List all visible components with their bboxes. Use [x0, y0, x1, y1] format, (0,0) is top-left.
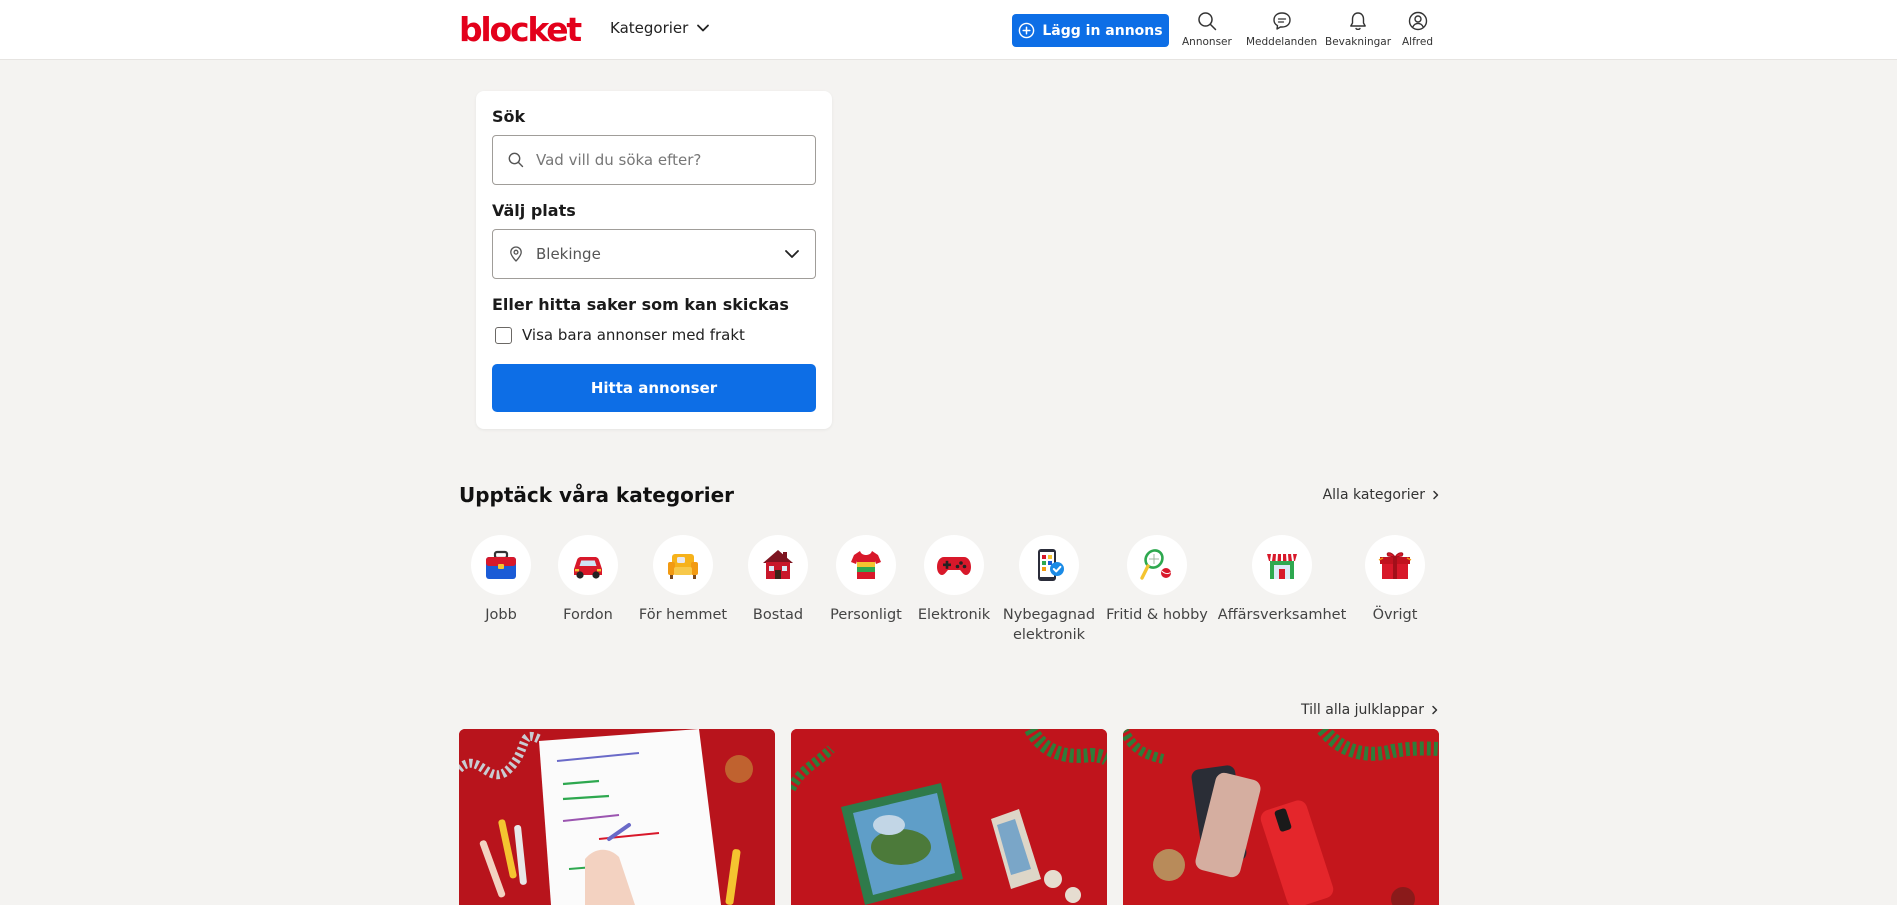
category-label: Affärsverksamhet: [1217, 607, 1347, 623]
nav-ads[interactable]: Annonser: [1182, 10, 1232, 48]
category-label: Bostad: [752, 607, 804, 623]
house-icon: [763, 550, 793, 579]
search-icon: [508, 152, 524, 168]
nav-profile-label: Alfred: [1402, 36, 1434, 48]
location-select[interactable]: Blekinge: [492, 229, 816, 279]
category-label: Jobb: [485, 607, 517, 623]
category-leisure[interactable]: Fritid & hobby: [1097, 535, 1217, 625]
category-label: Fritid & hobby: [1106, 607, 1208, 623]
category-refurbished-electronics[interactable]: Nybegagnad elektronik: [989, 535, 1109, 645]
location-value: Blekinge: [536, 245, 601, 263]
shipping-checkbox[interactable]: [495, 326, 512, 344]
phone-verified-icon: [1038, 549, 1064, 581]
shipping-heading: Eller hitta saker som kan skickas: [492, 295, 789, 314]
user-icon: [1408, 11, 1427, 31]
car-icon: [574, 557, 602, 579]
categories-menu[interactable]: Kategorier: [610, 19, 710, 37]
chevron-right-icon: [1432, 705, 1438, 715]
shirt-icon: [851, 551, 881, 579]
phones-image: [1123, 729, 1439, 905]
gift-card-wishlist[interactable]: [459, 729, 775, 905]
search-card: Sök Välj plats Blekinge Eller hitta sake…: [476, 91, 832, 429]
wishlist-image: [459, 729, 775, 905]
gift-card-phones[interactable]: [1123, 729, 1439, 905]
category-label: Fordon: [563, 607, 613, 623]
category-other[interactable]: Övrigt: [1335, 535, 1455, 625]
shop-icon: [1267, 553, 1297, 579]
search-icon: [1198, 12, 1217, 31]
armchair-icon: [668, 554, 698, 579]
plus-circle-icon: [1019, 22, 1035, 39]
chat-icon: [1272, 12, 1291, 30]
all-gifts-label: Till alla julklappar: [1301, 702, 1424, 718]
chevron-down-icon: [785, 250, 799, 258]
all-gifts-link[interactable]: Till alla julklappar: [1301, 702, 1440, 718]
briefcase-icon: [486, 550, 516, 579]
all-categories-label: Alla kategorier: [1322, 487, 1425, 503]
location-pin-icon: [510, 246, 522, 262]
category-label: Elektronik: [917, 607, 991, 623]
categories-menu-label: Kategorier: [610, 19, 689, 37]
puzzle-image: [791, 729, 1107, 905]
category-label: Nybegagnad elektronik: [1002, 607, 1096, 643]
post-ad-label: Lägg in annons: [1042, 22, 1163, 39]
find-ads-button[interactable]: Hitta annonser: [492, 364, 816, 412]
category-business[interactable]: Affärsverksamhet: [1218, 535, 1346, 625]
nav-saved-searches[interactable]: Bevakningar: [1325, 10, 1391, 48]
search-input[interactable]: [536, 151, 786, 169]
chevron-down-icon: [697, 24, 710, 32]
category-label: För hemmet: [638, 607, 728, 623]
post-ad-button[interactable]: Lägg in annons: [1012, 14, 1169, 47]
nav-saved-searches-label: Bevakningar: [1325, 36, 1392, 48]
search-label: Sök: [492, 107, 526, 126]
nav-messages[interactable]: Meddelanden: [1246, 10, 1317, 48]
gift-box-icon: [1378, 552, 1412, 579]
shipping-checkbox-label: Visa bara annonser med frakt: [522, 326, 745, 344]
chevron-right-icon: [1433, 490, 1439, 500]
tennis-icon: [1140, 549, 1171, 580]
top-bar: blocket Kategorier Lägg in annons Annons…: [0, 0, 1897, 60]
nav-ads-label: Annonser: [1182, 36, 1232, 48]
location-label: Välj plats: [492, 201, 576, 220]
category-label: Personligt: [830, 607, 902, 623]
nav-messages-label: Meddelanden: [1246, 36, 1318, 48]
nav-profile[interactable]: Alfred: [1402, 10, 1433, 48]
categories-title: Upptäck våra kategorier: [459, 483, 735, 507]
all-categories-link[interactable]: Alla kategorier: [1323, 487, 1441, 503]
gamepad-icon: [937, 557, 971, 575]
category-label: Övrigt: [1372, 607, 1418, 623]
shipping-checkbox-row[interactable]: Visa bara annonser med frakt: [495, 326, 745, 344]
blocket-logo[interactable]: blocket: [459, 10, 582, 50]
search-field[interactable]: [492, 135, 816, 185]
bell-icon: [1350, 12, 1366, 31]
gift-card-puzzle[interactable]: [791, 729, 1107, 905]
